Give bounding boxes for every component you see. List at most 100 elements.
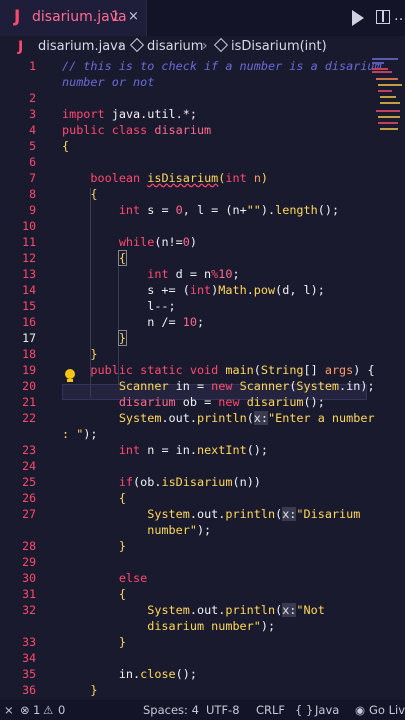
line-number: 5 <box>29 139 36 153</box>
line-number: 30 <box>22 571 36 585</box>
breadcrumb-method[interactable]: isDisarium(int) <box>231 39 327 54</box>
code-line: int d = n%10; <box>147 267 240 281</box>
code-editor[interactable]: 1 2 3 4 5 6 7 8 9 10 11 12 13 14 15 16 17 18 19 20 21 22 23 24 2… <box>0 56 405 700</box>
go-live-button[interactable]: Go Live <box>369 703 405 717</box>
status-bar: ⨯ ⊗ 1 ⚠ 0 Spaces: 4 UTF-8 CRLF { } Java … <box>0 700 405 720</box>
code-line: { <box>118 587 126 601</box>
code-line: if(ob.isDisarium(n)) <box>118 475 261 489</box>
error-icon[interactable]: ⊗ <box>20 703 30 717</box>
line-number: 28 <box>22 539 36 553</box>
line-number: 13 <box>22 267 36 281</box>
braces-icon[interactable]: { } <box>295 703 313 717</box>
code-line: disarium number"); <box>62 619 276 633</box>
line-number: 33 <box>22 635 36 649</box>
line-number: 29 <box>22 555 36 569</box>
code-line: int s = 0, l = (n+"").length(); <box>118 203 340 217</box>
code-line: public static void main(String[] args) { <box>90 363 375 377</box>
title-bar: J disarium.java 1 × … <box>0 0 405 36</box>
line-number: 34 <box>22 651 36 665</box>
line-number: 18 <box>22 347 36 361</box>
code-line: { <box>117 250 127 266</box>
code-line: boolean isDisarium(int n) <box>90 171 269 185</box>
line-number: 12 <box>22 251 36 265</box>
line-number: 2 <box>29 91 36 105</box>
line-number: 27 <box>22 507 36 521</box>
breadcrumb-file[interactable]: disarium.java <box>38 39 126 54</box>
minimap[interactable] <box>370 56 402 136</box>
method-icon <box>213 37 229 53</box>
encoding-status[interactable]: UTF-8 <box>206 703 240 717</box>
run-icon[interactable] <box>352 10 364 26</box>
remote-icon[interactable]: ⨯ <box>4 703 14 717</box>
line-number: 14 <box>22 283 36 297</box>
breadcrumb-class[interactable]: disarium <box>147 39 203 54</box>
code-line: in.close(); <box>62 667 197 681</box>
chevron-right-icon: › <box>202 38 208 54</box>
code-line: public class disarium <box>62 123 212 137</box>
tab-problem-count: 1 <box>111 9 120 25</box>
code-line: // this is to check if a number is a dis… <box>62 59 382 73</box>
code-line: System.out.println(x:"Disarium <box>147 507 361 521</box>
line-number: 36 <box>22 683 36 697</box>
eol-status[interactable]: CRLF <box>256 703 285 717</box>
line-number: 24 <box>22 459 36 473</box>
chevron-right-icon: › <box>118 38 124 54</box>
code-line: l--; <box>62 299 176 313</box>
line-number: 8 <box>29 187 36 201</box>
code-line: } <box>117 330 127 346</box>
line-number: 11 <box>22 235 36 249</box>
code-line: } <box>90 683 98 697</box>
line-number: 16 <box>22 315 36 329</box>
code-line: n /= 10; <box>62 315 205 329</box>
code-line: : "); <box>62 427 98 441</box>
code-line: int n = in.nextInt(); <box>118 443 268 457</box>
code-line: System.out.println(x:"Enter a number <box>118 411 375 425</box>
code-line: Scanner in = new Scanner(System.in); <box>118 379 375 393</box>
line-number: 17 <box>22 331 36 345</box>
line-number: 22 <box>22 411 36 425</box>
code-line: s += (int)Math.pow(d, l); <box>62 283 325 297</box>
more-actions-icon[interactable]: … <box>394 8 405 24</box>
code-line: number or not <box>62 75 155 89</box>
line-number: 3 <box>29 107 36 121</box>
broadcast-icon[interactable]: ◉ <box>355 703 365 717</box>
error-count[interactable]: 1 <box>33 703 40 717</box>
code-line: } <box>90 347 98 361</box>
line-number: 35 <box>22 667 36 681</box>
warning-count[interactable]: 0 <box>58 703 65 717</box>
indentation-status[interactable]: Spaces: 4 <box>143 703 199 717</box>
code-line: } <box>118 635 126 649</box>
line-number: 10 <box>22 219 36 233</box>
breadcrumb: J disarium.java › disarium › isDisarium(… <box>0 36 405 58</box>
close-icon[interactable]: × <box>128 9 139 24</box>
java-file-icon: J <box>14 7 21 27</box>
line-number: 21 <box>22 395 36 409</box>
warning-icon[interactable]: ⚠ <box>43 703 53 717</box>
line-number: 4 <box>29 123 36 137</box>
line-number: 1 <box>29 59 36 73</box>
code-line: import java.util.*; <box>62 107 197 121</box>
code-line: disarium ob = new disarium(); <box>118 395 325 409</box>
code-line: } <box>118 539 126 553</box>
code-line: else <box>118 571 148 585</box>
line-number: 31 <box>22 587 36 601</box>
split-editor-icon[interactable] <box>376 10 390 24</box>
code-line: while(n!=0) <box>118 235 197 249</box>
code-line: number"); <box>62 523 212 537</box>
line-number: 26 <box>22 491 36 505</box>
code-line: { <box>62 139 70 153</box>
editor-tab[interactable]: J disarium.java 1 × <box>0 0 147 36</box>
line-number: 32 <box>22 603 36 617</box>
language-status[interactable]: Java <box>315 703 339 717</box>
line-number: 7 <box>29 171 36 185</box>
code-line: { <box>90 187 98 201</box>
line-number: 15 <box>22 299 36 313</box>
line-number: 6 <box>29 155 36 169</box>
code-line: System.out.println(x:"Not <box>147 603 325 617</box>
line-number: 9 <box>29 203 36 217</box>
java-file-icon: J <box>18 39 24 55</box>
line-number: 25 <box>22 475 36 489</box>
code-line: { <box>118 491 126 505</box>
line-number: 23 <box>22 443 36 457</box>
line-number: 19 <box>22 363 36 377</box>
